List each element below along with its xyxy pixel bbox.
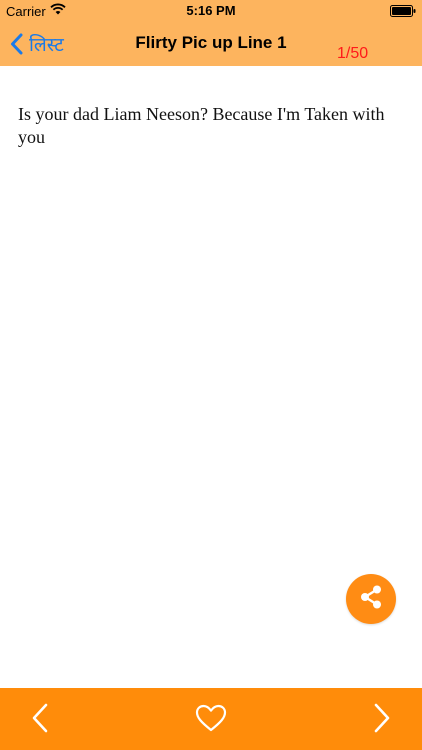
share-icon bbox=[357, 583, 385, 616]
page-counter: 1/50 bbox=[337, 45, 369, 62]
chevron-left-icon bbox=[31, 703, 49, 738]
pickup-line-text: Is your dad Liam Neeson? Because I'm Tak… bbox=[18, 104, 385, 147]
previous-button[interactable] bbox=[22, 702, 58, 738]
status-bar: Carrier 5:16 PM bbox=[0, 0, 422, 22]
status-time: 5:16 PM bbox=[186, 3, 236, 18]
chevron-right-icon bbox=[373, 703, 391, 738]
bottom-toolbar bbox=[0, 688, 422, 750]
share-button[interactable] bbox=[346, 574, 396, 624]
navigation-bar: Carrier 5:16 PM लिस्ट Flirty Pic up Line… bbox=[0, 0, 422, 66]
next-button[interactable] bbox=[364, 702, 400, 738]
favorite-button[interactable] bbox=[192, 702, 230, 738]
heart-icon bbox=[195, 704, 227, 737]
battery-icon bbox=[390, 5, 416, 20]
